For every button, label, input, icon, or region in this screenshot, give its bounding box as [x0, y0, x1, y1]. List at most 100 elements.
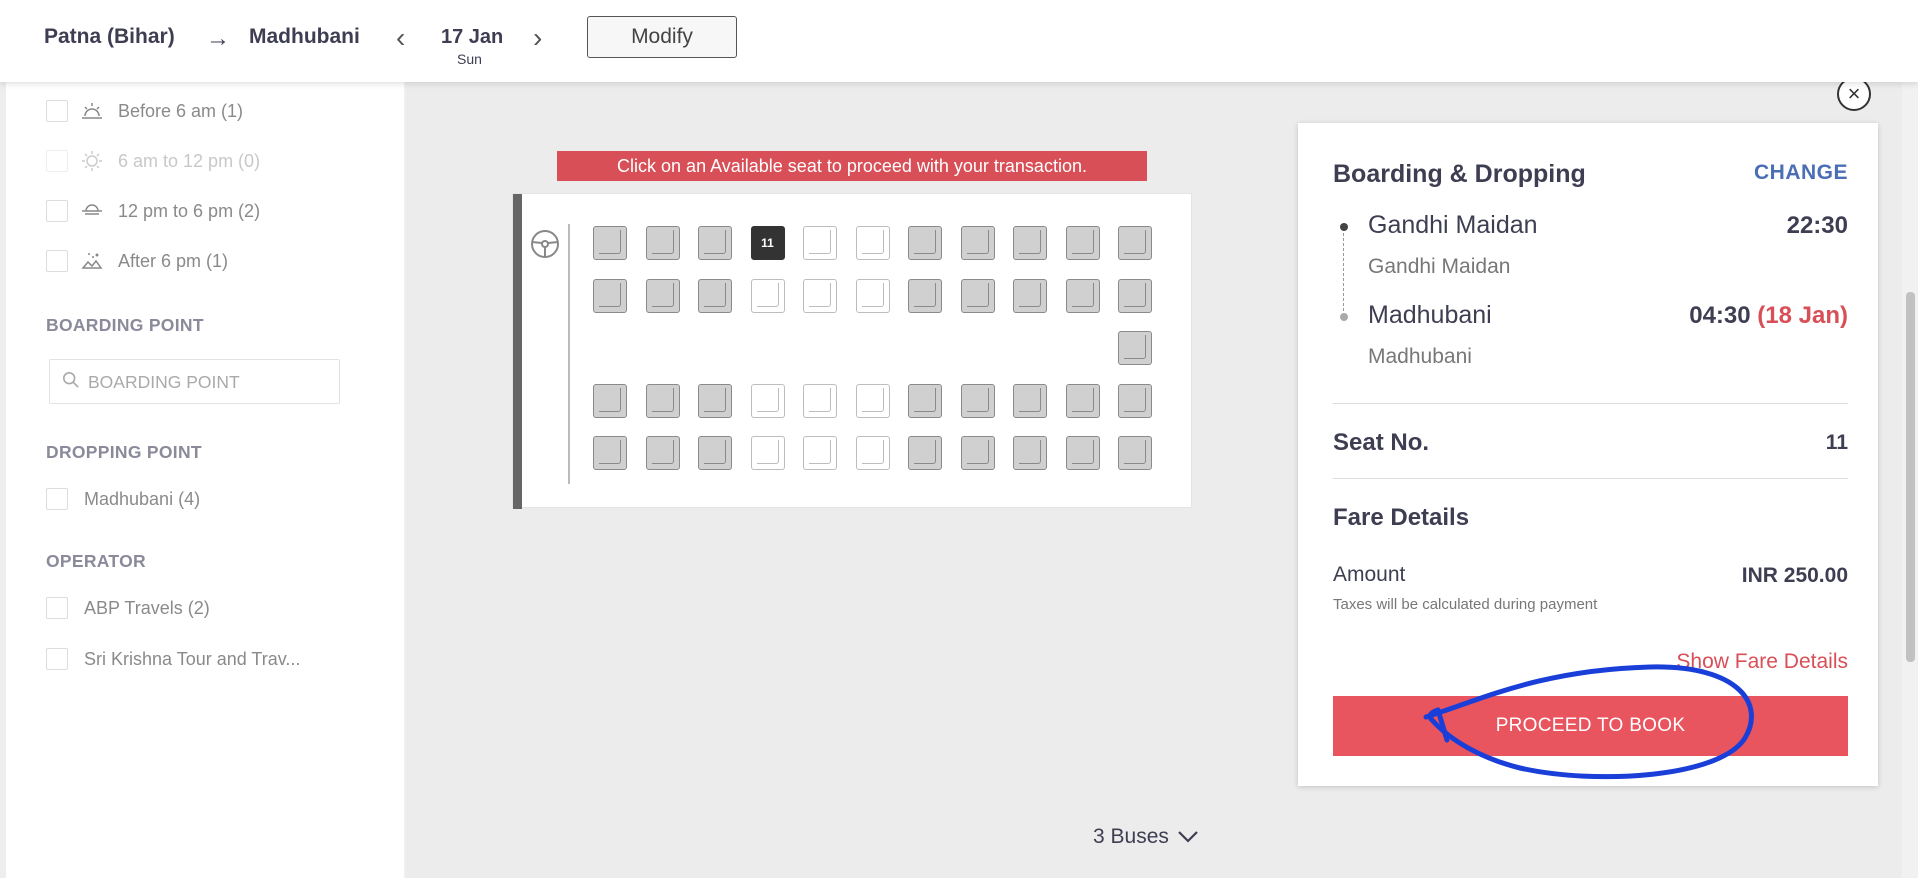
- seat-back: [756, 282, 779, 307]
- filter-label: ABP Travels (2): [84, 597, 210, 618]
- seat-available[interactable]: [750, 278, 785, 313]
- divider: [1333, 403, 1848, 404]
- seat-back: [1071, 387, 1094, 412]
- seat-available[interactable]: [855, 226, 890, 260]
- scrollbar-thumb[interactable]: [1906, 292, 1915, 662]
- left-edge: [0, 82, 6, 878]
- seat-available[interactable]: [803, 278, 837, 313]
- seat-back: [861, 440, 884, 464]
- seat-back: [861, 282, 884, 307]
- seat-booked: [1118, 436, 1152, 470]
- prev-date-icon[interactable]: ‹: [396, 22, 405, 54]
- buses-toggle[interactable]: 3 Buses: [1093, 825, 1199, 849]
- filter-operator-sri-krishna[interactable]: Sri Krishna Tour and Trav...: [46, 646, 300, 672]
- seat-booked: [960, 383, 995, 418]
- amount-value: INR 250.00: [1741, 564, 1848, 587]
- seat-instruction-banner: Click on an Available seat to proceed wi…: [557, 151, 1147, 181]
- seat-available[interactable]: [855, 436, 890, 470]
- boarding-point-title: BOARDING POINT: [46, 315, 204, 335]
- seat-booked: [1065, 226, 1100, 260]
- seat-back: [1019, 282, 1041, 307]
- seat-back: [599, 387, 621, 412]
- seat-back: [1124, 282, 1146, 307]
- seat-available[interactable]: [750, 436, 785, 470]
- filter-before-6am[interactable]: Before 6 am (1): [46, 98, 243, 124]
- seat-back: [1124, 440, 1146, 464]
- filter-operator-abp[interactable]: ABP Travels (2): [46, 595, 210, 621]
- checkbox[interactable]: [46, 200, 68, 222]
- seat-available[interactable]: [803, 226, 837, 260]
- seat-booked: [1118, 278, 1152, 313]
- boarding-point-input[interactable]: [88, 368, 328, 396]
- seat-back: [809, 230, 831, 254]
- seat-back: [1071, 282, 1094, 307]
- checkbox[interactable]: [46, 597, 68, 619]
- seat-available[interactable]: [855, 383, 890, 418]
- seat-booked: [960, 226, 995, 260]
- seat-back: [599, 282, 621, 307]
- checkbox[interactable]: [46, 648, 68, 670]
- seat-booked: [1013, 278, 1047, 313]
- filter-6am-12pm: 6 am to 12 pm (0): [46, 148, 260, 174]
- journey-date: 17 Jan: [441, 26, 504, 48]
- seat-booked: [1118, 226, 1152, 260]
- seat-number: 11: [761, 236, 774, 250]
- seat-back: [756, 440, 779, 464]
- checkbox[interactable]: [46, 250, 68, 272]
- seat-back: [651, 230, 674, 254]
- proceed-to-book-button[interactable]: PROCEED TO BOOK: [1333, 696, 1848, 756]
- dropping-point-title: DROPPING POINT: [46, 442, 202, 462]
- seat-no-value: 11: [1825, 431, 1848, 454]
- seat-back: [966, 230, 989, 254]
- boarding-time: 22:30: [1786, 212, 1848, 239]
- checkbox[interactable]: [46, 100, 68, 122]
- boarding-point-sub: Gandhi Maidan: [1368, 255, 1511, 278]
- next-date-icon[interactable]: ›: [533, 22, 542, 54]
- seat-booked: [908, 436, 942, 470]
- seat-booked: [593, 226, 627, 260]
- seat-booked: [698, 383, 732, 418]
- seat-back: [1071, 440, 1094, 464]
- seat-available[interactable]: [803, 436, 837, 470]
- seat-back: [704, 387, 726, 412]
- filter-label: Sri Krishna Tour and Trav...: [84, 648, 301, 669]
- scrollbar[interactable]: [1902, 82, 1918, 878]
- seat-back: [1019, 387, 1041, 412]
- boarding-point-search[interactable]: [49, 359, 340, 404]
- seat-back: [914, 230, 936, 254]
- bus-front-bar: [513, 194, 522, 509]
- seat-back: [809, 282, 831, 307]
- seat-booked: [593, 278, 627, 313]
- aisle-divider: [568, 224, 570, 484]
- close-icon[interactable]: ×: [1837, 77, 1871, 111]
- seat-booked: [645, 383, 680, 418]
- seat-back: [599, 440, 621, 464]
- seat-back: [651, 282, 674, 307]
- seat-back: [914, 387, 936, 412]
- seat-booked: [1118, 383, 1152, 418]
- show-fare-details-link[interactable]: Show Fare Details: [1676, 650, 1848, 674]
- seat-booked: [908, 383, 942, 418]
- dropping-time: 04:30 (18 Jan): [1689, 302, 1848, 330]
- modify-button[interactable]: Modify: [587, 16, 737, 58]
- checkbox[interactable]: [46, 488, 68, 510]
- amount-label: Amount: [1333, 563, 1406, 586]
- route-to: Madhubani: [249, 25, 360, 48]
- seat-booked: [1065, 436, 1100, 470]
- seat-booked: [645, 278, 680, 313]
- seat-back: [599, 230, 621, 254]
- seat-available[interactable]: [855, 278, 890, 313]
- change-link[interactable]: CHANGE: [1754, 161, 1848, 185]
- seat-booked: [1013, 226, 1047, 260]
- filter-after-6pm[interactable]: After 6 pm (1): [46, 248, 228, 274]
- seat-available[interactable]: [803, 383, 837, 418]
- divider: [1333, 478, 1848, 479]
- seat-booked: [1118, 331, 1152, 365]
- route-dashed-line: [1343, 233, 1344, 311]
- filter-dropping-madhubani[interactable]: Madhubani (4): [46, 486, 200, 512]
- filter-12pm-6pm[interactable]: 12 pm to 6 pm (2): [46, 198, 260, 224]
- seat-available[interactable]: [750, 383, 785, 418]
- seat-booked: [593, 383, 627, 418]
- seat-booked: [698, 278, 732, 313]
- seat-selected[interactable]: 11: [750, 226, 785, 260]
